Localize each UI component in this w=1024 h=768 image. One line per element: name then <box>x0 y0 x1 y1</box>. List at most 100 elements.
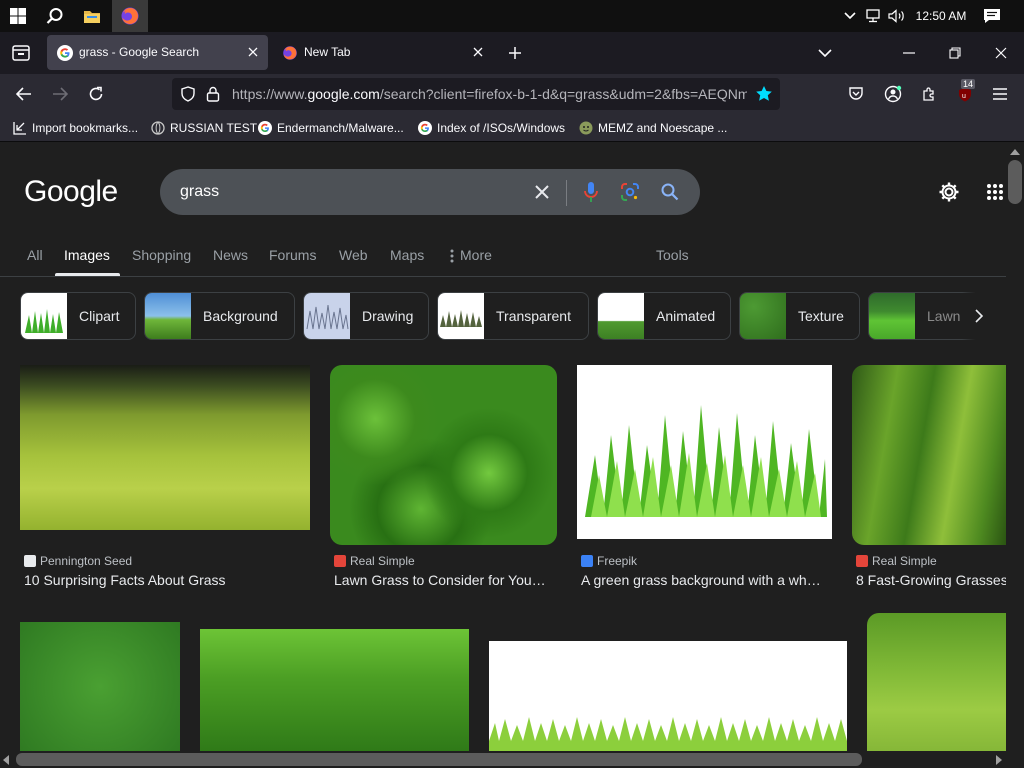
tab-google-search[interactable]: grass - Google Search <box>47 35 268 70</box>
bookmark-index-isos[interactable]: Index of /ISOs/Windows <box>417 118 565 138</box>
close-window-icon[interactable] <box>984 36 1018 70</box>
search-icon[interactable] <box>37 0 73 32</box>
hamburger-menu-icon[interactable] <box>984 78 1016 110</box>
chevron-up-icon[interactable] <box>840 0 860 32</box>
pocket-icon[interactable] <box>840 78 872 110</box>
image-result[interactable]: Freepik A green grass background with a … <box>577 365 832 597</box>
tab-shopping[interactable]: Shopping <box>132 233 191 277</box>
result-image[interactable] <box>867 613 1006 751</box>
bookmark-label: Index of /ISOs/Windows <box>437 121 566 135</box>
google-apps-grid-icon[interactable] <box>983 180 1006 204</box>
tab-more[interactable]: More <box>450 233 492 277</box>
restore-window-icon[interactable] <box>938 36 972 70</box>
bookmark-memz[interactable]: MEMZ and Noescape ... <box>578 118 727 138</box>
result-image[interactable] <box>577 365 832 539</box>
bookmark-import[interactable]: Import bookmarks... <box>12 118 138 138</box>
tab-forums[interactable]: Forums <box>269 233 316 277</box>
tab-maps[interactable]: Maps <box>390 233 424 277</box>
source-label: Real Simple <box>350 554 415 568</box>
close-tab-icon[interactable] <box>471 45 485 59</box>
result-image[interactable] <box>20 622 180 751</box>
chip-texture[interactable]: Texture <box>739 292 860 340</box>
bookmark-star-icon[interactable] <box>755 85 773 103</box>
scroll-left-arrow-icon[interactable] <box>3 755 9 765</box>
account-avatar-icon[interactable] <box>877 78 909 110</box>
result-image[interactable] <box>20 365 310 530</box>
chip-thumbnail <box>740 293 786 339</box>
minimize-window-icon[interactable] <box>892 36 926 70</box>
new-tab-plus-icon[interactable] <box>498 36 532 70</box>
chip-label: Lawn <box>927 308 961 324</box>
image-result[interactable] <box>867 613 1006 751</box>
image-result[interactable]: Pennington Seed 10 Surprising Facts Abou… <box>20 365 310 597</box>
horizontal-scrollbar-thumb[interactable] <box>16 753 862 766</box>
bookmark-endermanch[interactable]: Endermanch/Malware... <box>257 118 404 138</box>
search-box[interactable] <box>160 169 700 215</box>
clock[interactable]: 12:50 AM <box>908 0 974 32</box>
result-source[interactable]: Real Simple <box>856 553 937 569</box>
volume-icon[interactable] <box>886 0 908 32</box>
search-input[interactable] <box>180 169 480 215</box>
vertical-scrollbar-thumb[interactable] <box>1008 160 1022 204</box>
tracking-protection-shield-icon[interactable] <box>180 86 196 102</box>
firefox-icon[interactable] <box>112 0 148 32</box>
network-icon[interactable] <box>862 0 886 32</box>
firefox-view-icon[interactable] <box>4 36 38 70</box>
image-result[interactable] <box>200 629 469 751</box>
google-lens-icon[interactable] <box>618 180 642 204</box>
result-image[interactable] <box>852 365 1006 545</box>
chip-background[interactable]: Background <box>144 292 295 340</box>
url-text[interactable]: https://www.google.com/search?client=fir… <box>232 78 747 110</box>
file-explorer-icon[interactable] <box>74 0 110 32</box>
lock-icon[interactable] <box>206 86 220 102</box>
back-arrow-icon[interactable] <box>8 78 40 110</box>
image-result[interactable] <box>20 622 180 751</box>
google-logo[interactable]: Google <box>24 175 118 209</box>
voice-search-mic-icon[interactable] <box>579 180 603 204</box>
reload-icon[interactable] <box>80 78 112 110</box>
tab-images[interactable]: Images <box>64 233 110 277</box>
result-title[interactable]: 8 Fast-Growing Grasses <box>856 571 1006 589</box>
ublock-extension-icon[interactable]: u 14 <box>949 78 981 110</box>
image-result[interactable]: Real Simple 8 Fast-Growing Grasses <box>852 365 1006 597</box>
tab-news[interactable]: News <box>213 233 248 277</box>
result-image[interactable] <box>200 629 469 751</box>
clear-search-icon[interactable] <box>530 180 554 204</box>
notifications-icon[interactable] <box>978 0 1006 32</box>
bookmark-russian-test[interactable]: RUSSIAN TEST <box>150 118 257 138</box>
chip-transparent[interactable]: Transparent <box>437 292 589 340</box>
close-tab-icon[interactable] <box>246 45 260 59</box>
result-title[interactable]: 10 Surprising Facts About Grass <box>24 571 310 589</box>
forward-arrow-icon[interactable] <box>44 78 76 110</box>
source-label: Pennington Seed <box>40 554 133 568</box>
result-title[interactable]: Lawn Grass to Consider for Your Yard <box>334 571 549 589</box>
image-result[interactable]: Real Simple Lawn Grass to Consider for Y… <box>330 365 557 597</box>
tab-all[interactable]: All <box>27 233 43 277</box>
result-image[interactable] <box>489 641 847 751</box>
result-source[interactable]: Real Simple <box>334 553 415 569</box>
vertical-scrollbar-track[interactable] <box>1006 143 1024 751</box>
tools-button[interactable]: Tools <box>656 233 689 277</box>
result-source[interactable]: Pennington Seed <box>24 553 132 569</box>
url-bar[interactable]: https://www.google.com/search?client=fir… <box>172 78 780 110</box>
result-source[interactable]: Freepik <box>581 553 637 569</box>
chip-clipart[interactable]: Clipart <box>20 292 136 340</box>
image-result[interactable] <box>489 641 847 751</box>
result-title[interactable]: A green grass background with a white ba… <box>581 571 823 589</box>
list-all-tabs-chevron-icon[interactable] <box>808 36 842 70</box>
search-submit-icon[interactable] <box>658 180 682 204</box>
settings-gear-icon[interactable] <box>937 180 961 204</box>
windows-start-icon[interactable] <box>0 0 36 32</box>
scroll-up-arrow-icon[interactable] <box>1010 149 1020 155</box>
scroll-right-arrow-icon[interactable] <box>996 755 1002 765</box>
filter-chips: Clipart Background Drawing Transparent A… <box>0 292 1006 340</box>
freepik-favicon-icon <box>581 555 593 567</box>
chips-scroll-right-icon[interactable] <box>962 292 996 340</box>
chip-drawing[interactable]: Drawing <box>303 292 429 340</box>
tab-web[interactable]: Web <box>339 233 368 277</box>
chip-animated[interactable]: Animated <box>597 292 731 340</box>
extensions-puzzle-icon[interactable] <box>913 78 945 110</box>
result-image[interactable] <box>330 365 557 545</box>
pennington-favicon-icon <box>24 555 36 567</box>
tab-new-tab[interactable]: New Tab <box>272 35 493 70</box>
